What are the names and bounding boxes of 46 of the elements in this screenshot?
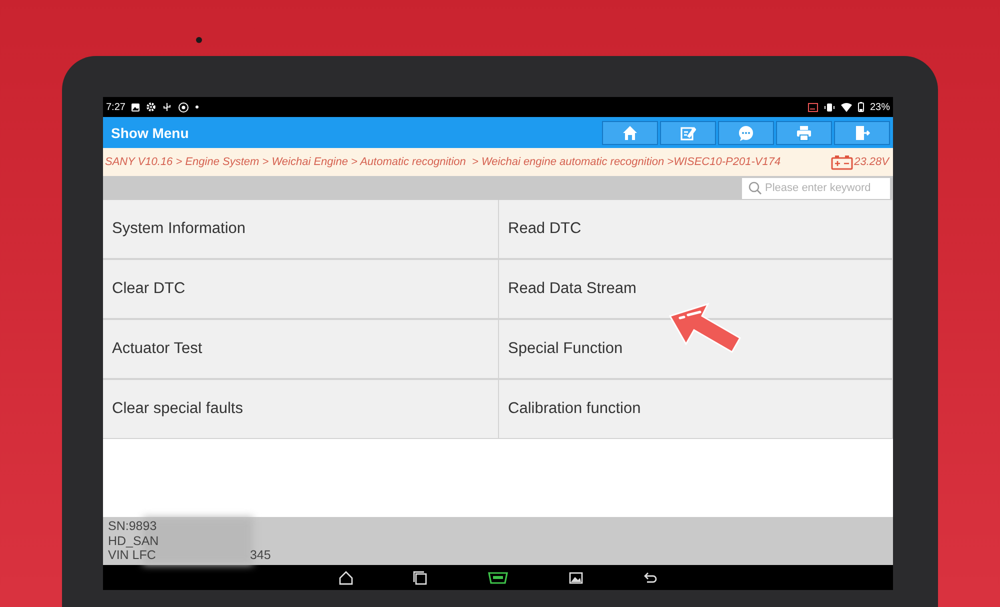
menu-item[interactable]: Special Function xyxy=(499,320,893,379)
home-icon xyxy=(338,570,354,586)
dot-icon xyxy=(195,105,200,109)
voltage-reading: 23.28V xyxy=(854,156,890,168)
recent-apps-button[interactable] xyxy=(412,570,428,586)
screen-title: Show Menu xyxy=(111,124,189,140)
chat-button[interactable] xyxy=(718,120,774,144)
back-icon xyxy=(642,570,658,586)
print-icon xyxy=(796,124,812,140)
usb-icon xyxy=(162,102,172,112)
vehicle-info-text: 345 xyxy=(250,548,271,562)
vibrate-icon xyxy=(824,102,835,112)
vehicle-info-text: SN:9893 xyxy=(108,519,157,534)
breadcrumb-path: SANY V10.16 > Engine System > Weichai Engine > Automatic recognition > Weichai engine automatic recognition >WISEC10-P201-V174 xyxy=(105,156,781,168)
home-icon xyxy=(622,124,638,140)
exit-button[interactable] xyxy=(834,120,890,144)
status-time: 7:27 xyxy=(106,102,126,112)
vci-connector-button[interactable] xyxy=(486,570,510,586)
menu-item[interactable]: System Information xyxy=(103,200,499,259)
battery-icon xyxy=(858,102,864,112)
image-icon xyxy=(131,102,140,112)
menu-item[interactable]: Clear DTC xyxy=(103,260,499,319)
print-button[interactable] xyxy=(776,120,832,144)
wifi-icon xyxy=(840,102,852,112)
vci-connector-icon xyxy=(486,570,510,586)
back-button[interactable] xyxy=(642,570,658,586)
exit-icon xyxy=(854,124,870,140)
recent-apps-icon xyxy=(412,570,428,586)
edit-button[interactable] xyxy=(660,120,716,144)
search-field[interactable]: Please enter keyword xyxy=(742,178,890,198)
gallery-icon xyxy=(568,570,584,586)
menu-item[interactable]: Read Data Stream xyxy=(499,260,893,319)
camera-icon xyxy=(196,37,202,43)
edit-icon xyxy=(680,124,696,140)
menu-item[interactable]: Read DTC xyxy=(499,200,893,259)
gallery-button[interactable] xyxy=(568,570,584,586)
battery-icon xyxy=(831,154,854,170)
menu-item[interactable]: Calibration function xyxy=(499,380,893,439)
menu-item[interactable]: Clear special faults xyxy=(103,380,499,439)
menu-item[interactable]: Actuator Test xyxy=(103,320,499,379)
vehicle-info-text: VIN LFC xyxy=(108,548,156,562)
search-icon xyxy=(748,181,762,195)
battery-percent: 23% xyxy=(870,102,890,112)
chat-icon xyxy=(738,124,754,140)
vehicle-info-text: HD_SAN xyxy=(108,534,159,548)
arrow-icon xyxy=(668,302,742,354)
